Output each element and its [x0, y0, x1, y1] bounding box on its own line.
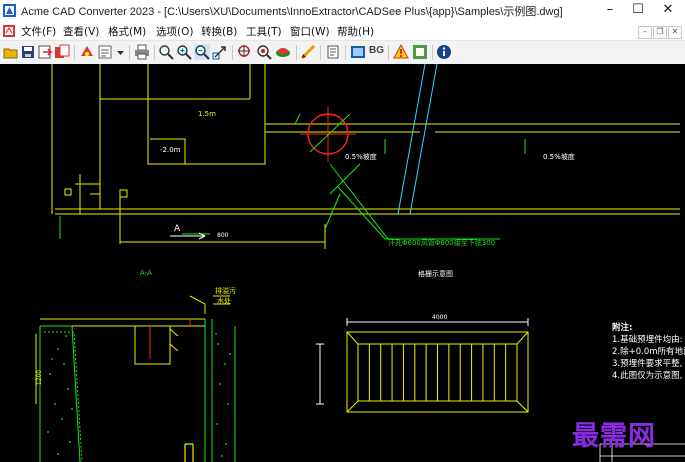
diagonal-walls [397, 64, 438, 215]
layer-icon[interactable] [275, 44, 291, 60]
properties-icon[interactable] [97, 44, 113, 60]
note-item: 4.此图仅为示意图, [612, 371, 683, 381]
bg-toggle-button[interactable]: BG [369, 45, 384, 56]
mdi-restore-button[interactable]: ❐ [653, 26, 667, 39]
window-title: Acme CAD Converter 2023 - [C:\Users\XU\D… [21, 6, 563, 18]
print-icon[interactable] [134, 44, 150, 60]
menu-convert[interactable]: 转换(B) [201, 24, 237, 39]
site-watermark: 最需网 [572, 421, 656, 452]
toolbar-separator [154, 45, 155, 60]
note-item: 2.除+0.0m所有地面 [612, 347, 685, 357]
menu-view[interactable]: 查看(V) [63, 24, 99, 39]
dimension-label: 1.5m [198, 110, 216, 118]
drain-label: 排溢污 [215, 287, 236, 295]
slope-label: 0.5%坡度 [543, 153, 575, 161]
section-label: A [174, 224, 181, 234]
find-icon[interactable] [412, 44, 428, 60]
app-window: Acme CAD Converter 2023 - [C:\Users\XU\D… [0, 0, 685, 462]
drawing-canvas[interactable]: 1.5m -2.0m 0.5%坡度 0.5%坡度 A 800 汗孔Φ600风管Φ… [0, 64, 685, 462]
notes-title: 附注: [612, 323, 633, 333]
warning-icon[interactable] [393, 44, 409, 60]
menu-help[interactable]: 帮助(H) [337, 24, 374, 39]
dimension-label: 800 [217, 232, 229, 239]
toolbar-separator [296, 45, 297, 60]
app-logo-icon [3, 4, 16, 17]
toolbar-separator [129, 45, 130, 60]
menu-window[interactable]: 窗口(W) [290, 24, 330, 39]
text-icon[interactable] [325, 44, 341, 60]
zoom-realtime-icon[interactable] [158, 44, 174, 60]
height-dimension-label: 1200 [36, 369, 44, 386]
menu-format[interactable]: 格式(M) [108, 24, 146, 39]
title-bar[interactable]: Acme CAD Converter 2023 - [C:\Users\XU\D… [0, 0, 685, 23]
toolbar-separator [74, 45, 75, 60]
note-item: 1.基础预埋件均由: [612, 335, 683, 345]
grate-title: 格栅示意图 [418, 270, 453, 278]
export-icon[interactable] [37, 44, 53, 60]
zoom-in-icon[interactable] [176, 44, 192, 60]
mdi-close-button[interactable]: ✕ [668, 26, 682, 39]
batch-icon[interactable] [54, 44, 70, 60]
drain-label: 水处 [217, 297, 231, 305]
measure-icon[interactable] [300, 44, 316, 60]
toolbar: BG [0, 40, 685, 65]
save-icon[interactable] [20, 44, 36, 60]
maximize-button[interactable]: ☐ [623, 0, 653, 21]
zoom-out-icon[interactable] [194, 44, 210, 60]
menu-options[interactable]: 选项(O) [156, 24, 193, 39]
menu-file[interactable]: 文件(F) [21, 24, 56, 39]
zoom-window-icon[interactable] [212, 44, 228, 60]
toolbar-separator [345, 45, 346, 60]
note-item: 3.预埋件要求平整, [612, 359, 683, 369]
open-icon[interactable] [3, 44, 19, 60]
section-aa [35, 295, 236, 462]
toolbar-separator [388, 45, 389, 60]
pan-icon[interactable] [256, 44, 272, 60]
grate-diagram [316, 318, 529, 413]
menu-tools[interactable]: 工具(T) [246, 24, 282, 39]
toolbar-separator [432, 45, 433, 60]
info-icon[interactable] [436, 44, 452, 60]
zoom-extent-icon[interactable] [237, 44, 253, 60]
grate-width-label: 4000 [432, 314, 448, 321]
pipe-note-label: 汗孔Φ600风管Φ600接至下弦300 [388, 239, 496, 247]
minimize-button[interactable]: – [595, 0, 625, 21]
convert-icon[interactable] [79, 44, 95, 60]
toolbar-separator [232, 45, 233, 60]
mdi-minimize-button[interactable]: – [638, 26, 652, 39]
drawing-notes: 附注: 1.基础预埋件均由: 2.除+0.0m所有地面 3.预埋件要求平整, 4… [612, 322, 685, 382]
chevron-down-icon[interactable] [117, 51, 124, 56]
menu-bar: 文件(F) 查看(V) 格式(M) 选项(O) 转换(B) 工具(T) 窗口(W… [0, 22, 685, 40]
document-icon[interactable] [2, 24, 16, 38]
slope-label: 0.5%坡度 [345, 153, 377, 161]
close-button[interactable]: ✕ [653, 0, 683, 21]
pipe-leaders [59, 113, 526, 240]
cad-drawing [35, 64, 685, 462]
background-color-icon[interactable] [350, 44, 366, 60]
toolbar-separator [320, 45, 321, 60]
section-title: A-A [140, 269, 152, 277]
elevation-label: -2.0m [160, 146, 181, 154]
